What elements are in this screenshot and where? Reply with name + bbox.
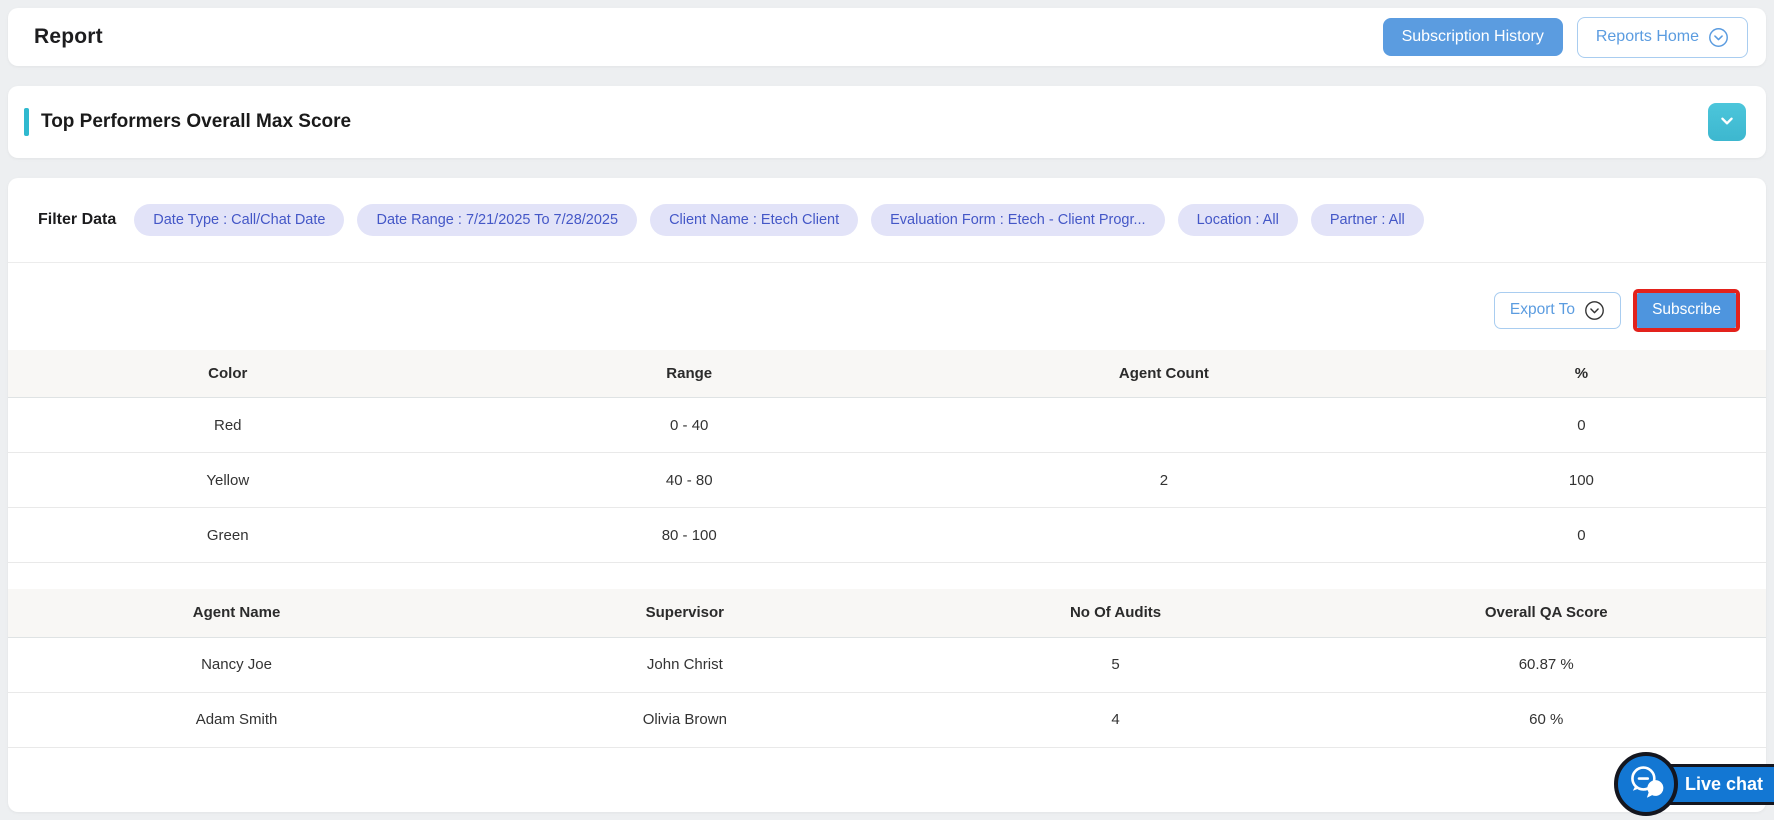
export-to-button[interactable]: Export To — [1494, 292, 1621, 329]
filter-chip-partner[interactable]: Partner : All — [1311, 204, 1424, 236]
cell-agent-name: Adam Smith — [8, 692, 465, 747]
table-row: Nancy Joe John Christ 5 60.87 % — [8, 637, 1766, 692]
column-header-supervisor: Supervisor — [465, 589, 905, 637]
live-chat-button[interactable] — [1614, 752, 1678, 816]
report-section-header: Top Performers Overall Max Score — [8, 86, 1766, 158]
cell-agent-count: 2 — [931, 453, 1397, 508]
table-actions-row: Export To Subscribe — [8, 263, 1766, 332]
chevron-down-icon — [1716, 110, 1738, 135]
report-page: { "header": { "title": "Report", "button… — [0, 0, 1774, 820]
filter-chip-location[interactable]: Location : All — [1178, 204, 1298, 236]
cell-color: Yellow — [8, 453, 448, 508]
filter-chip-evaluation-form[interactable]: Evaluation Form : Etech - Client Progr..… — [871, 204, 1164, 236]
cell-no-of-audits: 4 — [905, 692, 1327, 747]
collapse-section-button[interactable] — [1708, 103, 1746, 141]
cell-agent-count — [931, 398, 1397, 453]
table-row: Yellow 40 - 80 2 100 — [8, 453, 1766, 508]
chevron-down-circle-icon — [1708, 27, 1729, 48]
section-title-group: Top Performers Overall Max Score — [24, 108, 351, 136]
top-header-bar: Report Subscription History Reports Home — [8, 8, 1766, 66]
column-header-agent-count: Agent Count — [931, 350, 1397, 398]
cell-percent: 0 — [1397, 398, 1766, 453]
cell-agent-name: Nancy Joe — [8, 637, 465, 692]
filter-chip-date-type[interactable]: Date Type : Call/Chat Date — [134, 204, 344, 236]
cell-no-of-audits: 5 — [905, 637, 1327, 692]
column-header-percent: % — [1397, 350, 1766, 398]
reports-home-button[interactable]: Reports Home — [1577, 17, 1748, 58]
chevron-down-circle-icon — [1584, 300, 1605, 321]
column-header-overall-qa-score: Overall QA Score — [1326, 589, 1766, 637]
column-header-color: Color — [8, 350, 448, 398]
cell-color: Red — [8, 398, 448, 453]
filter-chip-date-range[interactable]: Date Range : 7/21/2025 To 7/28/2025 — [357, 204, 637, 236]
table-row: Green 80 - 100 0 — [8, 508, 1766, 563]
score-distribution-table: Color Range Agent Count % Red 0 - 40 0 Y… — [8, 350, 1766, 564]
cell-range: 0 - 40 — [448, 398, 931, 453]
cell-overall-qa-score: 60.87 % — [1326, 637, 1766, 692]
filter-bar: Filter Data Date Type : Call/Chat Date D… — [8, 204, 1766, 263]
table-row: Red 0 - 40 0 — [8, 398, 1766, 453]
cell-overall-qa-score: 60 % — [1326, 692, 1766, 747]
cell-percent: 100 — [1397, 453, 1766, 508]
table-header-row: Agent Name Supervisor No Of Audits Overa… — [8, 589, 1766, 637]
chat-bubbles-icon — [1625, 761, 1667, 808]
cell-supervisor: John Christ — [465, 637, 905, 692]
live-chat-widget[interactable]: Live chat — [1614, 752, 1774, 816]
section-title: Top Performers Overall Max Score — [41, 111, 351, 133]
subscribe-highlight-box: Subscribe — [1633, 289, 1740, 332]
header-actions: Subscription History Reports Home — [1383, 17, 1748, 58]
filter-chip-client-name[interactable]: Client Name : Etech Client — [650, 204, 858, 236]
column-header-no-of-audits: No Of Audits — [905, 589, 1327, 637]
column-header-range: Range — [448, 350, 931, 398]
cell-range: 40 - 80 — [448, 453, 931, 508]
report-content-card: Filter Data Date Type : Call/Chat Date D… — [8, 178, 1766, 812]
filter-data-label: Filter Data — [38, 211, 116, 229]
filter-chips: Date Type : Call/Chat Date Date Range : … — [134, 204, 1424, 236]
export-to-label: Export To — [1510, 301, 1575, 319]
column-header-agent-name: Agent Name — [8, 589, 465, 637]
table-header-row: Color Range Agent Count % — [8, 350, 1766, 398]
table-row: Adam Smith Olivia Brown 4 60 % — [8, 692, 1766, 747]
subscription-history-button[interactable]: Subscription History — [1383, 18, 1563, 56]
subscribe-button[interactable]: Subscribe — [1637, 293, 1736, 328]
accent-bar — [24, 108, 29, 136]
cell-supervisor: Olivia Brown — [465, 692, 905, 747]
cell-agent-count — [931, 508, 1397, 563]
cell-range: 80 - 100 — [448, 508, 931, 563]
reports-home-label: Reports Home — [1596, 28, 1699, 46]
agents-table: Agent Name Supervisor No Of Audits Overa… — [8, 589, 1766, 748]
page-title: Report — [34, 25, 103, 49]
cell-percent: 0 — [1397, 508, 1766, 563]
cell-color: Green — [8, 508, 448, 563]
